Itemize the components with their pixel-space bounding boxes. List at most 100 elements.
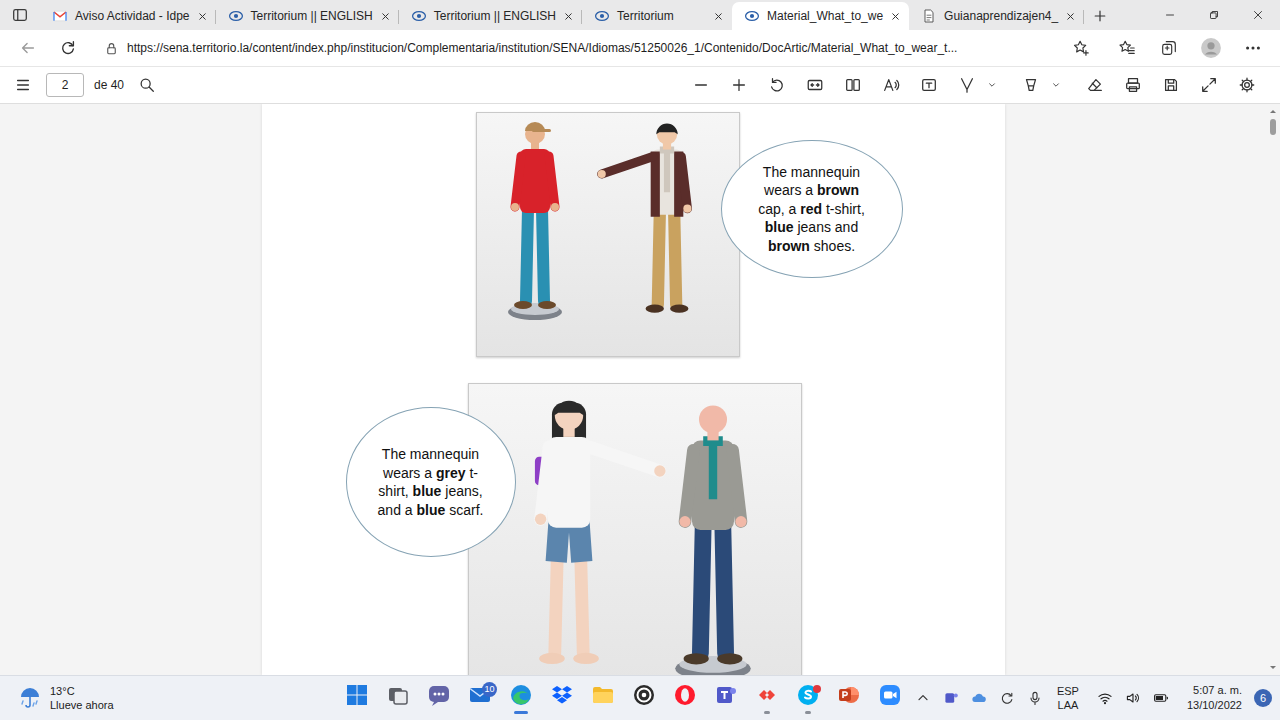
scroll-up-icon[interactable] bbox=[1268, 107, 1278, 115]
fit-to-width-icon[interactable] bbox=[806, 76, 824, 94]
close-window-icon[interactable] bbox=[1251, 8, 1265, 22]
tab-actions-icon[interactable] bbox=[11, 6, 29, 24]
close-tab-icon[interactable] bbox=[380, 11, 391, 22]
print-icon[interactable] bbox=[1124, 76, 1142, 94]
browser-tab[interactable]: Aviso Actividad - Idpe bbox=[40, 2, 216, 30]
powerpoint-icon[interactable] bbox=[837, 683, 861, 707]
tab-title[interactable]: Territorium || ENGLISH bbox=[434, 9, 556, 23]
lock-icon[interactable] bbox=[104, 41, 119, 56]
add-text-icon[interactable] bbox=[920, 76, 938, 94]
read-aloud-icon[interactable] bbox=[882, 76, 900, 94]
table-of-contents-icon[interactable] bbox=[14, 76, 32, 94]
taskbar-app[interactable] bbox=[665, 676, 706, 720]
taskbar-app[interactable] bbox=[378, 676, 419, 720]
back-arrow-icon[interactable] bbox=[19, 39, 37, 57]
close-tab-icon[interactable] bbox=[197, 11, 208, 22]
tab-title[interactable]: Aviso Actividad - Idpe bbox=[75, 9, 190, 23]
more-icon[interactable] bbox=[1244, 39, 1262, 57]
settings-icon[interactable] bbox=[1238, 76, 1256, 94]
tab-title[interactable]: Material_What_to_we bbox=[767, 9, 883, 23]
taskbar-app[interactable] bbox=[337, 676, 378, 720]
scroll-thumb[interactable] bbox=[1270, 119, 1276, 135]
taskbar-app[interactable] bbox=[624, 676, 665, 720]
browser-tab[interactable]: Material_What_to_we bbox=[732, 2, 909, 30]
temperature[interactable]: 13°C bbox=[50, 684, 114, 698]
profile-icon[interactable] bbox=[1200, 37, 1222, 59]
dropbox-icon[interactable] bbox=[550, 683, 574, 707]
new-tab-icon[interactable] bbox=[1092, 8, 1108, 24]
collections-icon[interactable] bbox=[1160, 39, 1178, 57]
opera-icon[interactable] bbox=[673, 683, 697, 707]
url-text[interactable]: https://sena.territorio.la/content/index… bbox=[127, 41, 1064, 55]
rain-umbrella-icon[interactable] bbox=[18, 686, 42, 710]
notification-count[interactable]: 6 bbox=[1254, 689, 1272, 707]
taskbar-app[interactable] bbox=[870, 676, 911, 720]
taskbar-app[interactable] bbox=[788, 676, 829, 720]
time[interactable]: 5:07 a. m. bbox=[1193, 683, 1242, 698]
page-view-icon[interactable] bbox=[844, 76, 862, 94]
browser-tab[interactable]: Territorium bbox=[582, 2, 732, 30]
rotate-icon[interactable] bbox=[768, 76, 786, 94]
teams-icon[interactable] bbox=[714, 683, 738, 707]
page-number[interactable]: 2 bbox=[62, 78, 69, 92]
volume-icon[interactable] bbox=[1125, 690, 1141, 706]
anydesk-icon[interactable] bbox=[755, 683, 779, 707]
tab-title[interactable]: Territorium bbox=[617, 9, 706, 23]
scrollbar[interactable] bbox=[1266, 104, 1280, 675]
sync-icon[interactable] bbox=[999, 690, 1015, 706]
save-icon[interactable] bbox=[1162, 76, 1180, 94]
zoom-icon[interactable] bbox=[878, 683, 902, 707]
chat-icon[interactable] bbox=[427, 683, 451, 707]
teams-tray-icon[interactable] bbox=[943, 690, 959, 706]
draw-options-icon[interactable] bbox=[986, 79, 998, 91]
weather-widget[interactable]: 13°CLlueve ahora bbox=[0, 684, 337, 712]
full-screen-icon[interactable] bbox=[1200, 76, 1218, 94]
restore-icon[interactable] bbox=[1207, 8, 1221, 22]
date[interactable]: 13/10/2022 bbox=[1187, 698, 1242, 713]
minimize-icon[interactable] bbox=[1163, 8, 1177, 22]
address-bar[interactable]: https://sena.territorio.la/content/index… bbox=[92, 34, 1100, 62]
edge-icon[interactable] bbox=[509, 683, 533, 707]
close-tab-icon[interactable] bbox=[563, 11, 574, 22]
taskbar-app[interactable] bbox=[747, 676, 788, 720]
search-icon[interactable] bbox=[138, 76, 156, 94]
taskbar-app[interactable] bbox=[419, 676, 460, 720]
taskbar-app[interactable] bbox=[542, 676, 583, 720]
tab-title[interactable]: Territorium || ENGLISH bbox=[251, 9, 373, 23]
start-icon[interactable] bbox=[345, 683, 369, 707]
highlight-icon[interactable] bbox=[1022, 76, 1040, 94]
scroll-down-icon[interactable] bbox=[1268, 664, 1278, 672]
explorer-icon[interactable] bbox=[591, 683, 615, 707]
zoom-out-icon[interactable] bbox=[692, 76, 710, 94]
zoom-in-icon[interactable] bbox=[730, 76, 748, 94]
browser-tab[interactable]: Guianaprendizajen4_ bbox=[909, 2, 1084, 30]
input-language[interactable]: ESPLAA bbox=[1057, 684, 1079, 712]
language-code[interactable]: ESP bbox=[1057, 684, 1079, 698]
taskbar-app[interactable]: 10 bbox=[460, 676, 501, 720]
favorites-icon[interactable] bbox=[1118, 39, 1136, 57]
draw-icon[interactable] bbox=[958, 76, 976, 94]
browser-tab[interactable]: Territorium || ENGLISH bbox=[216, 2, 399, 30]
taskbar-app[interactable] bbox=[706, 676, 747, 720]
wifi-icon[interactable] bbox=[1097, 690, 1113, 706]
clock[interactable]: 5:07 a. m.13/10/2022 bbox=[1187, 683, 1242, 713]
add-favorite-icon[interactable] bbox=[1072, 39, 1090, 57]
tab-title[interactable]: Guianaprendizajen4_ bbox=[944, 9, 1058, 23]
close-tab-icon[interactable] bbox=[713, 11, 724, 22]
taskbar-app[interactable] bbox=[829, 676, 870, 720]
taskbar-app[interactable] bbox=[583, 676, 624, 720]
microphone-icon[interactable] bbox=[1027, 690, 1043, 706]
onedrive-icon[interactable] bbox=[971, 690, 987, 706]
browser-tab[interactable]: Territorium || ENGLISH bbox=[399, 2, 582, 30]
battery-icon[interactable] bbox=[1153, 690, 1169, 706]
eraser-icon[interactable] bbox=[1086, 76, 1104, 94]
obs-icon[interactable] bbox=[632, 683, 656, 707]
close-tab-icon[interactable] bbox=[1065, 11, 1076, 22]
weather-condition[interactable]: Llueve ahora bbox=[50, 698, 114, 712]
show-hidden-icons-icon[interactable] bbox=[915, 690, 931, 706]
refresh-icon[interactable] bbox=[59, 39, 77, 57]
keyboard-layout[interactable]: LAA bbox=[1058, 698, 1079, 712]
close-tab-icon[interactable] bbox=[890, 11, 901, 22]
page-number-field[interactable]: 2 bbox=[46, 73, 84, 97]
task-view-icon[interactable] bbox=[386, 683, 410, 707]
